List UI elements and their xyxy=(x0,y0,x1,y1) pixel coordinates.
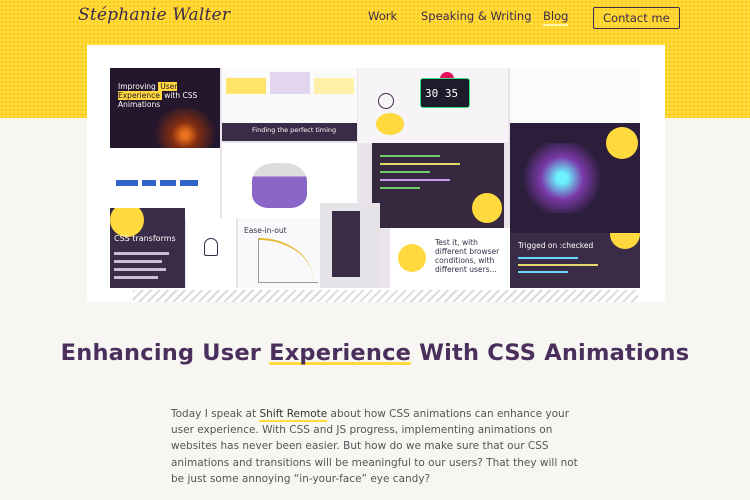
transforms-tile: CSS transforms xyxy=(110,208,185,288)
transforms-label: CSS transforms xyxy=(114,234,176,243)
stickies-tile xyxy=(222,68,357,123)
nav-speaking-writing-link[interactable]: Speaking & Writing xyxy=(421,9,532,23)
article-intro: Today I speak at Shift Remote about how … xyxy=(171,408,578,485)
sad-face-icon xyxy=(378,93,394,109)
checked-tile: Trigged on :checked xyxy=(510,233,640,288)
contact-me-button[interactable]: Contact me xyxy=(593,7,680,29)
browser-tile xyxy=(510,68,640,123)
checked-label: Trigged on :checked xyxy=(518,241,594,250)
card-hatch-shadow xyxy=(133,290,638,302)
easing-curve xyxy=(258,238,318,283)
nav-work-link[interactable]: Work xyxy=(368,9,397,23)
game-tile xyxy=(510,123,640,233)
timer-tile: 30 35 xyxy=(358,68,508,143)
timing-tile: Finding the perfect timing xyxy=(222,123,357,141)
timing-label: Finding the perfect timing xyxy=(252,126,337,134)
phone-mockup xyxy=(332,211,360,277)
slide-title-text: Improving User Experience with CSS Anima… xyxy=(118,82,198,109)
phone-tile xyxy=(320,203,380,288)
nav-blog-link[interactable]: Blog xyxy=(543,9,569,26)
testing-label: Test it, with different browser conditio… xyxy=(435,238,500,274)
shift-remote-link[interactable]: Shift Remote xyxy=(259,408,328,422)
ghost-icon xyxy=(204,238,218,256)
user-avatar-icon xyxy=(398,244,426,272)
swirl-graphic xyxy=(150,108,220,148)
hero-image-collage: Improving User Experience with CSS Anima… xyxy=(110,68,640,288)
timer-display: 30 35 xyxy=(420,78,470,108)
article-title: Enhancing User Experience With CSS Anima… xyxy=(60,340,690,366)
main-nav: Work Speaking & Writing Blog Contact me xyxy=(0,7,750,29)
easing-label: Ease-in-out xyxy=(244,226,287,235)
ghost-tile xyxy=(186,218,236,288)
testing-tile: Test it, with different browser conditio… xyxy=(390,228,510,288)
shoe-image xyxy=(252,163,307,208)
code-tile xyxy=(372,143,504,228)
slide-title-tile: Improving User Experience with CSS Anima… xyxy=(110,68,220,148)
